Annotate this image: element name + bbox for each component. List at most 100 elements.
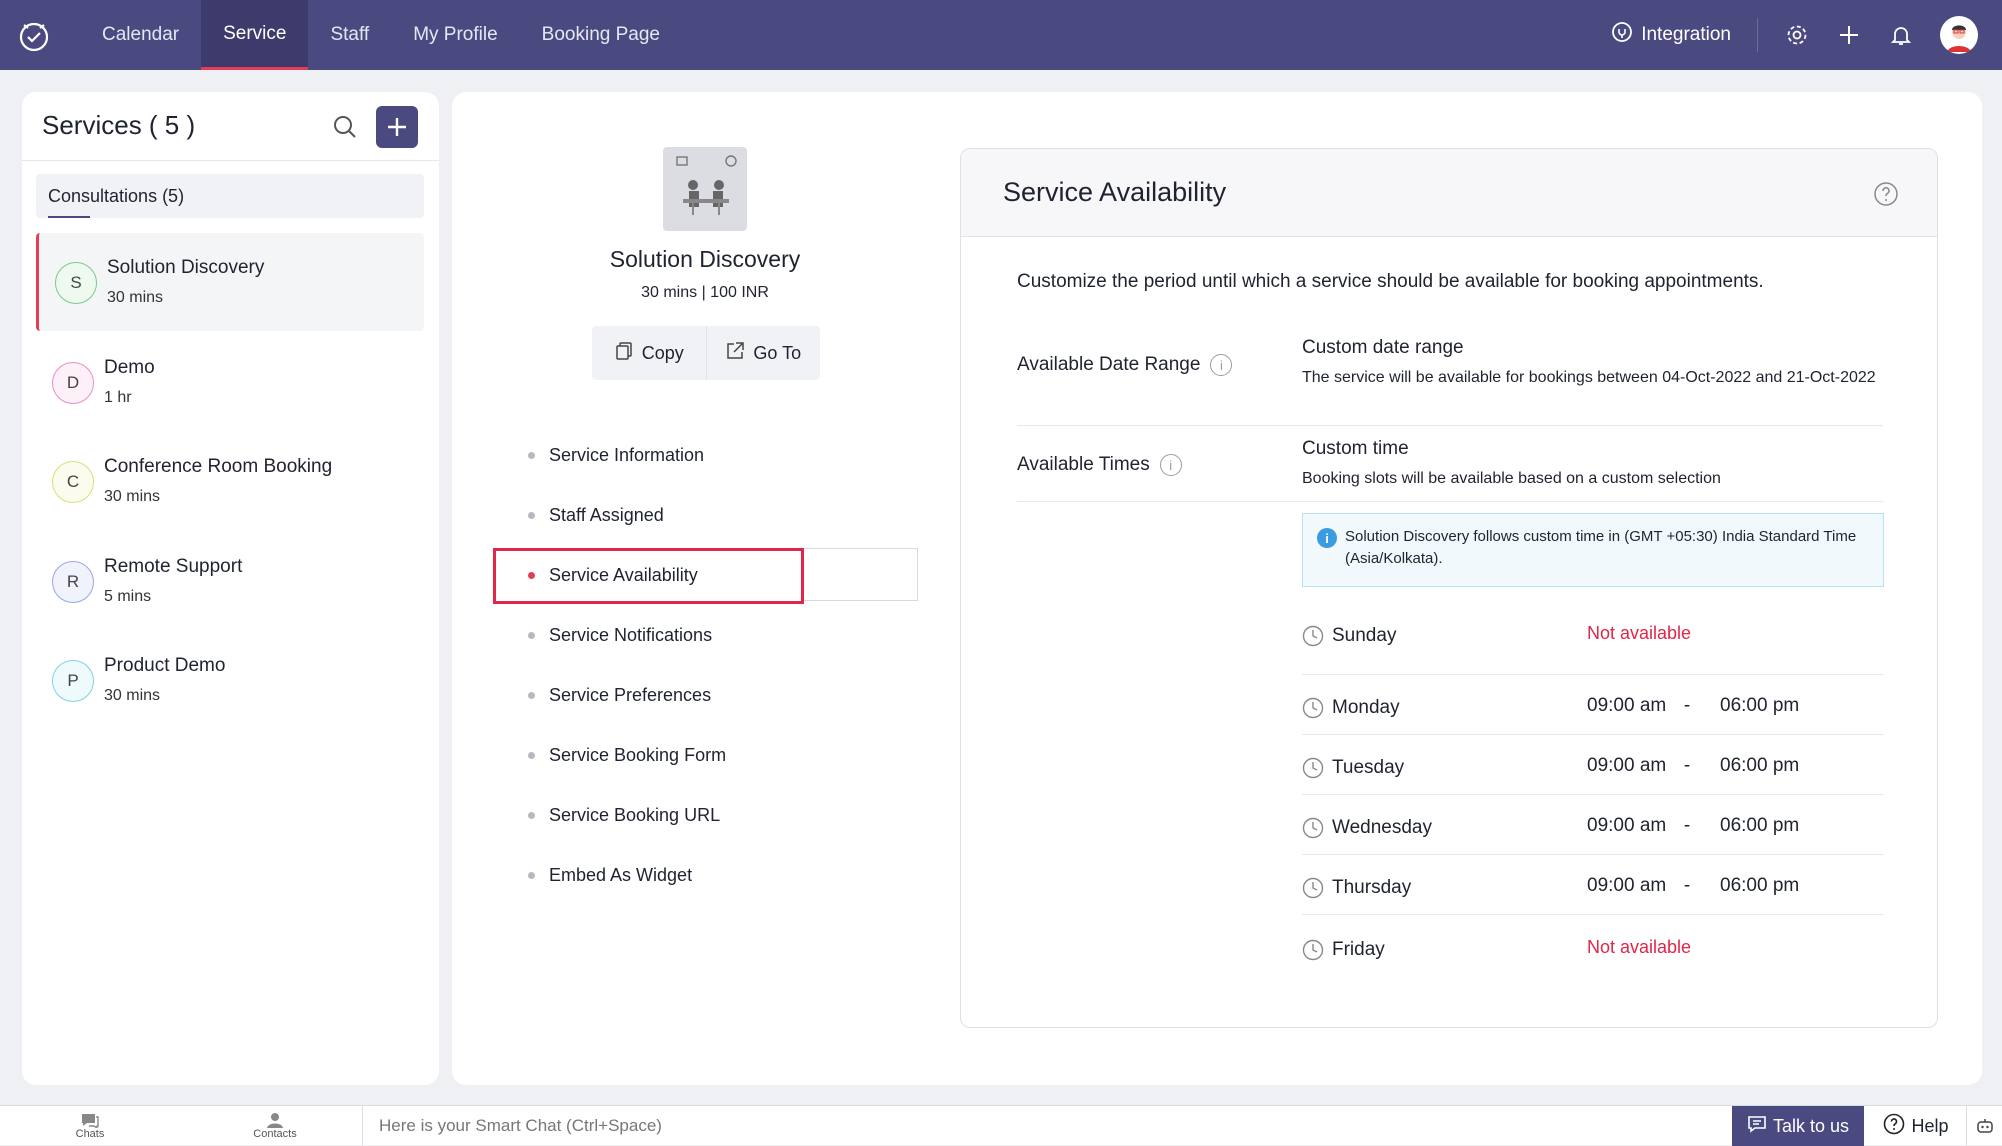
help-button[interactable]: Help: [1868, 1106, 1964, 1146]
service-duration: 30 mins: [104, 488, 161, 505]
time-to[interactable]: 06:00 pm: [1720, 755, 1799, 777]
time-dash: -: [1683, 815, 1691, 836]
not-available-status: Not available: [1587, 623, 1692, 643]
time-dash: -: [1683, 875, 1691, 896]
help-label: Help: [1911, 1115, 1949, 1136]
talk-to-us-button[interactable]: Talk to us: [1732, 1106, 1864, 1146]
services-list-panel: Services ( 5 ) Consultations (5) S Solut…: [22, 92, 439, 1085]
service-thumbnail-image: [663, 147, 747, 231]
day-row-sunday: Sunday Not available: [1302, 599, 1884, 675]
menu-staff-assigned[interactable]: Staff Assigned: [528, 495, 664, 535]
highlight-box: [493, 548, 804, 604]
day-row-thursday: Thursday 09:00 am - 06:00 pm: [1302, 855, 1884, 915]
menu-embed-as-widget[interactable]: Embed As Widget: [528, 855, 692, 895]
clock-icon: [1302, 757, 1324, 779]
main-nav: Calendar Service Staff My Profile Bookin…: [80, 0, 682, 70]
divider: [1017, 425, 1883, 426]
contacts-label: Contacts: [253, 1128, 297, 1140]
label-text: Available Times: [1017, 454, 1150, 475]
time-to[interactable]: 06:00 pm: [1720, 695, 1799, 717]
integration-button[interactable]: Integration: [1611, 18, 1758, 52]
day-row-tuesday: Tuesday 09:00 am - 06:00 pm: [1302, 735, 1884, 795]
available-date-range-label: Available Date Range i: [1017, 354, 1233, 376]
timezone-note: Solution Discovery follows custom time i…: [1345, 528, 1857, 567]
menu-service-booking-form[interactable]: Service Booking Form: [528, 735, 726, 775]
settings-gear-icon[interactable]: [1784, 22, 1810, 48]
menu-label: Service Preferences: [549, 684, 712, 705]
clock-icon: [1302, 625, 1324, 647]
nav-booking-page[interactable]: Booking Page: [520, 0, 682, 70]
time-to[interactable]: 06:00 pm: [1720, 815, 1799, 837]
menu-service-preferences[interactable]: Service Preferences: [528, 675, 711, 715]
service-duration: 5 mins: [104, 588, 152, 605]
times-value-title: Custom time: [1302, 438, 1409, 459]
info-icon[interactable]: i: [1159, 454, 1182, 476]
service-name: Solution Discovery: [107, 257, 265, 278]
time-to[interactable]: 06:00 pm: [1720, 875, 1799, 897]
category-tab-consultations[interactable]: Consultations (5): [36, 174, 424, 218]
day-row-monday: Monday 09:00 am - 06:00 pm: [1302, 675, 1884, 735]
menu-bullet: [528, 451, 535, 459]
service-item-product-demo[interactable]: P Product Demo 30 mins: [36, 631, 424, 729]
menu-bullet: [528, 511, 535, 519]
info-icon: i: [1317, 528, 1337, 548]
card-description: Customize the period until which a servi…: [1017, 271, 1764, 292]
time-from[interactable]: 09:00 am: [1587, 815, 1666, 837]
divider: [1017, 501, 1883, 502]
time-from[interactable]: 09:00 am: [1587, 755, 1666, 777]
clock-icon: [1302, 817, 1324, 839]
day-name: Monday: [1332, 697, 1400, 718]
smart-chat-input[interactable]: Here is your Smart Chat (Ctrl+Space): [362, 1106, 1732, 1146]
nav-my-profile[interactable]: My Profile: [391, 0, 519, 70]
info-icon[interactable]: i: [1210, 354, 1233, 376]
menu-label: Service Information: [549, 444, 705, 465]
service-action-buttons: Copy Go To: [592, 326, 820, 380]
timezone-info-box: i Solution Discovery follows custom time…: [1302, 513, 1884, 587]
chats-tab[interactable]: Chats: [60, 1106, 120, 1146]
menu-label: Service Notifications: [549, 624, 713, 645]
support-robot-icon[interactable]: [1966, 1106, 2002, 1146]
menu-bullet: [528, 811, 535, 819]
service-name: Product Demo: [104, 655, 226, 676]
talk-label: Talk to us: [1772, 1115, 1850, 1136]
external-link-icon: [725, 341, 745, 366]
nav-service[interactable]: Service: [201, 0, 309, 70]
help-question-icon: [1883, 1113, 1905, 1140]
add-service-button[interactable]: [376, 106, 418, 148]
service-item-remote-support[interactable]: R Remote Support 5 mins: [36, 532, 424, 630]
nav-calendar[interactable]: Calendar: [80, 0, 201, 70]
day-name: Friday: [1332, 939, 1385, 960]
day-name: Sunday: [1332, 625, 1397, 646]
service-avatar: C: [52, 461, 94, 503]
menu-service-booking-url[interactable]: Service Booking URL: [528, 795, 720, 835]
day-name: Wednesday: [1332, 817, 1432, 838]
time-dash: -: [1683, 695, 1691, 716]
add-plus-icon[interactable]: [1836, 22, 1862, 48]
copy-label: Copy: [641, 342, 684, 363]
date-range-value-title: Custom date range: [1302, 337, 1464, 358]
help-question-icon[interactable]: [1873, 181, 1899, 207]
time-from[interactable]: 09:00 am: [1587, 875, 1666, 897]
service-duration: 1 hr: [104, 389, 132, 406]
notification-bell-icon[interactable]: [1888, 22, 1914, 48]
goto-button[interactable]: Go To: [705, 326, 821, 380]
app-logo-icon[interactable]: [16, 18, 52, 54]
contacts-tab[interactable]: Contacts: [240, 1106, 310, 1146]
copy-button[interactable]: Copy: [592, 326, 706, 380]
search-icon[interactable]: [330, 112, 360, 142]
menu-service-notifications[interactable]: Service Notifications: [528, 615, 712, 655]
user-avatar[interactable]: [1940, 16, 1978, 54]
service-avatar: D: [52, 362, 94, 404]
service-detail-summary: 30 mins | 100 INR: [641, 284, 769, 301]
menu-bullet: [528, 871, 535, 879]
nav-staff[interactable]: Staff: [308, 0, 391, 70]
menu-service-information[interactable]: Service Information: [528, 435, 704, 475]
clock-icon: [1302, 697, 1324, 719]
service-item-conference-room-booking[interactable]: C Conference Room Booking 30 mins: [36, 432, 424, 530]
service-item-solution-discovery[interactable]: S Solution Discovery 30 mins: [36, 233, 424, 331]
time-from[interactable]: 09:00 am: [1587, 695, 1666, 717]
service-item-demo[interactable]: D Demo 1 hr: [36, 333, 424, 431]
service-availability-card: Service Availability Customize the perio…: [960, 148, 1938, 1028]
not-available-status: Not available: [1587, 937, 1692, 957]
service-detail-title: Solution Discovery: [609, 246, 801, 272]
